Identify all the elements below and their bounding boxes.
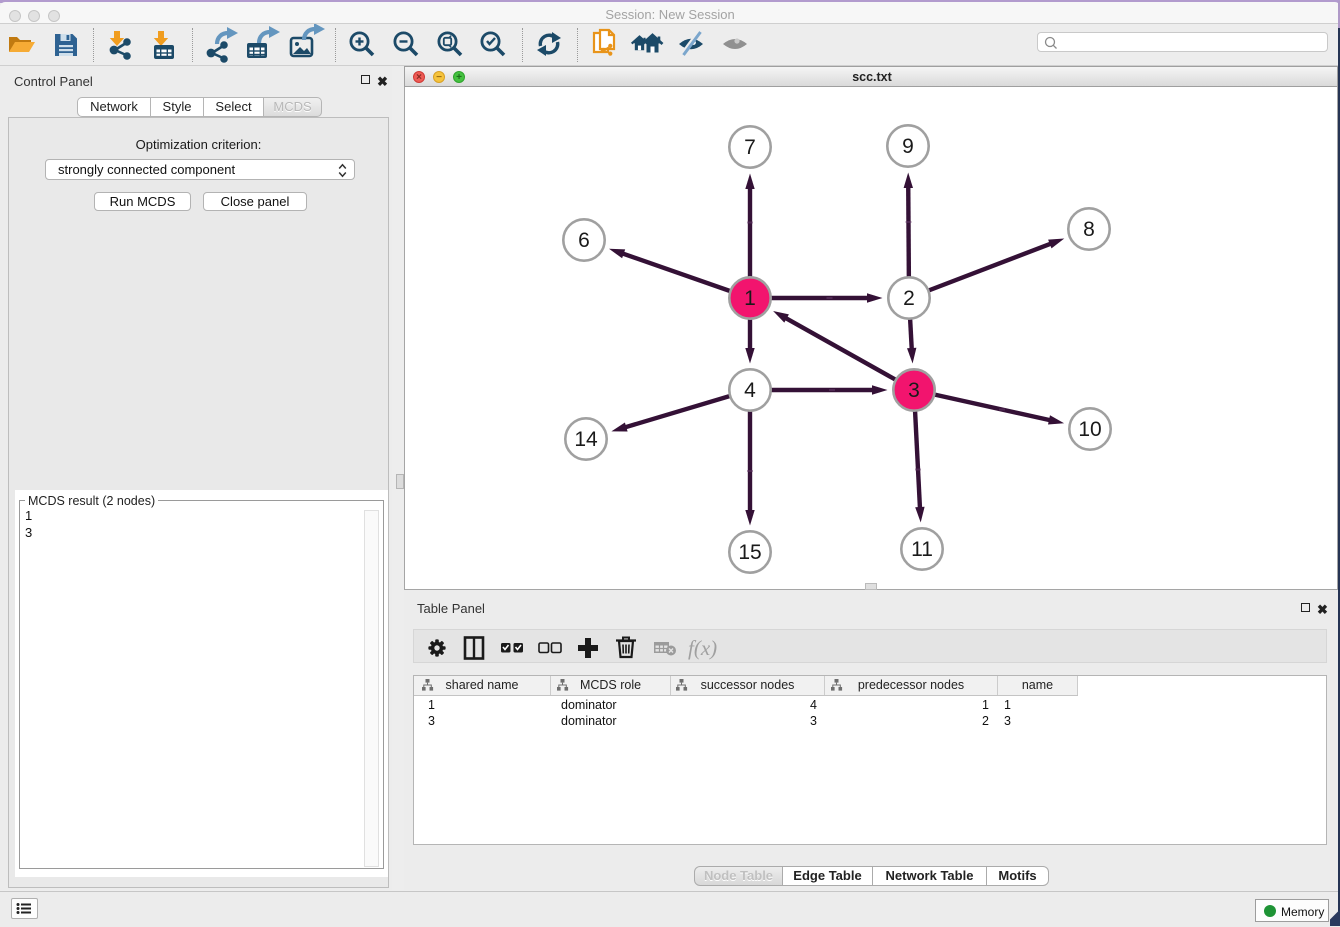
svg-text:8: 8 [1083,218,1095,241]
svg-text:9: 9 [902,135,914,158]
svg-text:7: 7 [744,136,756,159]
svg-text:3: 3 [908,379,920,402]
svg-text:2: 2 [903,287,915,310]
svg-text:6: 6 [578,229,590,252]
svg-text:14: 14 [574,428,598,451]
svg-text:1: 1 [744,287,756,310]
svg-text:11: 11 [911,538,933,561]
svg-text:4: 4 [744,379,756,402]
svg-text:10: 10 [1078,418,1101,441]
svg-text:f(x): f(x) [688,636,717,660]
svg-text:15: 15 [738,541,761,564]
